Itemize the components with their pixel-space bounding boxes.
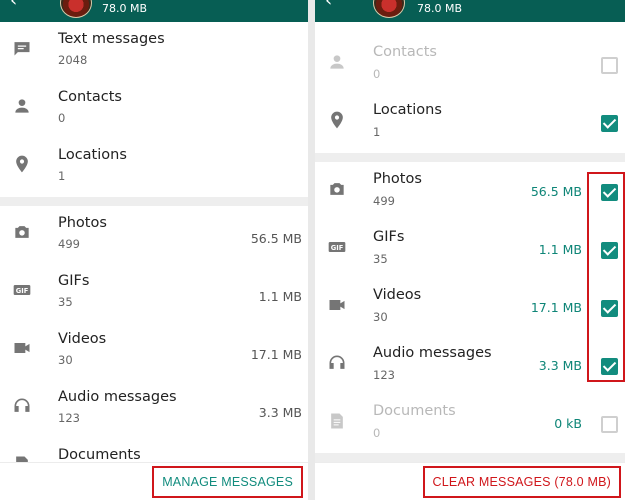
storage-size: 78.0 MB — [102, 2, 148, 15]
row-title: Text messages — [58, 31, 165, 47]
row-size: 56.5 MB — [250, 231, 302, 246]
document-icon — [327, 411, 347, 431]
video-icon — [12, 338, 32, 358]
list-item-gifs: GIF GIFs 35 1.1 MB — [0, 265, 308, 322]
section-divider — [0, 197, 308, 206]
svg-text:GIF: GIF — [16, 287, 29, 295]
row-size: 0 kB — [554, 416, 582, 431]
row-count: 2048 — [58, 53, 88, 67]
list-item-audio-messages: Audio messages 123 3.3 MB — [0, 381, 308, 438]
list-item-videos: Videos 30 17.1 MB — [0, 323, 308, 380]
list-item-photos: Photos 499 56.5 MB — [315, 164, 625, 221]
contacts-checkbox — [601, 57, 618, 74]
message-icon — [12, 38, 32, 58]
panel-separator — [308, 0, 315, 500]
clear-messages-button[interactable]: CLEAR MESSAGES (78.0 MB) — [422, 466, 621, 498]
list-item-videos: Videos 30 17.1 MB — [315, 280, 625, 337]
row-title: Audio messages — [373, 345, 492, 361]
chat-avatar — [60, 0, 92, 18]
row-count: 0 — [373, 426, 381, 440]
row-count: 499 — [373, 194, 395, 208]
row-title: Contacts — [373, 44, 437, 60]
row-count: 30 — [58, 353, 73, 367]
person-icon — [327, 52, 347, 72]
row-count: 499 — [58, 237, 80, 251]
bottom-action-bar: CLEAR MESSAGES (78.0 MB) — [315, 462, 625, 500]
list-item-contacts: Contacts 0 — [315, 37, 625, 94]
row-count: 30 — [373, 310, 388, 324]
app-bar: ‹ 78.0 MB — [0, 0, 308, 22]
app-bar: ‹ 78.0 MB — [315, 0, 625, 22]
row-title: GIFs — [373, 229, 405, 245]
list-item-text-messages: Text messages 2048 — [0, 23, 308, 80]
row-title: Locations — [58, 147, 127, 163]
bottom-action-bar: MANAGE MESSAGES — [0, 462, 308, 500]
camera-icon — [12, 222, 32, 242]
clear-messages-panel: ‹ 78.0 MB Contacts 0 Locations 1 Photos … — [315, 0, 625, 500]
row-count: 35 — [58, 295, 73, 309]
location-pin-icon — [12, 154, 32, 174]
back-arrow-icon[interactable]: ‹ — [10, 0, 17, 10]
manage-storage-panel: ‹ 78.0 MB Text messages 2048 Contacts 0 … — [0, 0, 308, 500]
headphones-icon — [12, 396, 32, 416]
row-title: Photos — [58, 215, 107, 231]
storage-size: 78.0 MB — [417, 2, 463, 15]
row-size: 1.1 MB — [538, 242, 582, 257]
row-title: Documents — [373, 403, 456, 419]
list-item-documents: Documents 0 0 kB — [315, 396, 625, 453]
gif-icon: GIF — [327, 237, 347, 257]
row-title: Contacts — [58, 89, 122, 105]
list-item-audio-messages: Audio messages 123 3.3 MB — [315, 338, 625, 395]
documents-checkbox — [601, 416, 618, 433]
row-count: 123 — [58, 411, 80, 425]
row-title: Documents — [58, 447, 141, 463]
row-title: Videos — [58, 331, 107, 347]
row-title: Locations — [373, 102, 442, 118]
row-title: GIFs — [58, 273, 90, 289]
row-title: Photos — [373, 171, 422, 187]
location-pin-icon — [327, 110, 347, 130]
row-title: Videos — [373, 287, 422, 303]
row-size: 3.3 MB — [258, 405, 302, 420]
gif-icon: GIF — [12, 280, 32, 300]
row-title: Audio messages — [58, 389, 177, 405]
row-size: 17.1 MB — [250, 347, 302, 362]
row-count: 35 — [373, 252, 388, 266]
manage-messages-button[interactable]: MANAGE MESSAGES — [152, 466, 303, 498]
row-count: 1 — [58, 169, 66, 183]
svg-text:GIF: GIF — [331, 244, 344, 252]
chat-avatar — [373, 0, 405, 18]
headphones-icon — [327, 353, 347, 373]
checkbox-highlight-annotation — [587, 172, 625, 382]
row-size: 56.5 MB — [530, 184, 582, 199]
video-icon — [327, 295, 347, 315]
row-size: 17.1 MB — [530, 300, 582, 315]
section-divider — [315, 153, 625, 162]
list-item-locations: Locations 1 — [315, 95, 625, 152]
row-count: 0 — [373, 67, 381, 81]
list-item-photos: Photos 499 56.5 MB — [0, 207, 308, 264]
person-icon — [12, 96, 32, 116]
list-item-contacts: Contacts 0 — [0, 81, 308, 138]
camera-icon — [327, 179, 347, 199]
row-count: 1 — [373, 125, 381, 139]
row-count: 123 — [373, 368, 395, 382]
row-size: 1.1 MB — [258, 289, 302, 304]
section-divider — [315, 453, 625, 462]
list-item-locations: Locations 1 — [0, 139, 308, 196]
list-item-gifs: GIF GIFs 35 1.1 MB — [315, 222, 625, 279]
row-size: 3.3 MB — [538, 358, 582, 373]
locations-checkbox[interactable] — [601, 115, 618, 132]
back-arrow-icon[interactable]: ‹ — [325, 0, 332, 10]
row-count: 0 — [58, 111, 66, 125]
